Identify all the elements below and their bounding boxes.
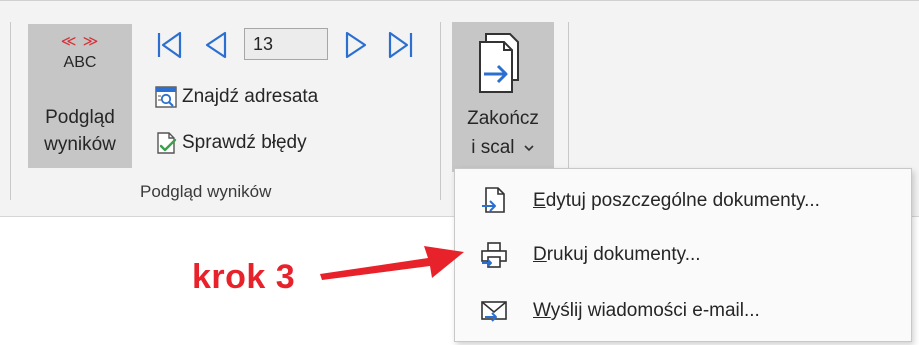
accelerator-key: D (533, 244, 547, 265)
annotation-arrow-icon (320, 246, 464, 280)
last-record-icon[interactable] (386, 30, 416, 60)
group-label-preview: Podgląd wyników (140, 182, 272, 201)
check-errors-label: Sprawdź błędy (182, 132, 307, 153)
menu-item-label-rest: yślij wiadomości e-mail... (550, 300, 760, 321)
group-separator (10, 22, 11, 200)
preview-results-icon: ≪ ≫ (60, 33, 100, 50)
record-number-input[interactable] (244, 28, 328, 60)
first-record-icon[interactable] (154, 30, 184, 60)
finish-merge-icon (479, 33, 519, 93)
preview-results-icon-text: ABC (63, 54, 97, 71)
menu-item-edit-documents[interactable]: Edytuj poszczególne dokumenty... (455, 175, 911, 227)
edit-documents-icon (482, 187, 505, 213)
chevron-down-icon (524, 145, 534, 152)
menu-item-label: Edytuj poszczególne dokumenty... (533, 190, 820, 212)
finish-merge-label: Zakończ i scal (452, 104, 554, 162)
menu-item-print-documents[interactable]: Drukuj dokumenty... (455, 229, 911, 281)
menu-item-label: Wyślij wiadomości e-mail... (533, 300, 760, 322)
group-separator (568, 22, 569, 172)
menu-item-send-email[interactable]: Wyślij wiadomości e-mail... (455, 285, 911, 337)
check-errors-icon (157, 132, 177, 154)
printer-icon (481, 242, 507, 268)
next-record-icon[interactable] (342, 30, 372, 60)
menu-item-label: Drukuj dokumenty... (533, 244, 701, 266)
finish-merge-button[interactable]: Zakończ i scal (452, 22, 554, 172)
find-recipient-label: Znajdź adresata (182, 86, 319, 107)
menu-item-label-rest: dytuj poszczególne dokumenty... (545, 190, 820, 211)
preview-results-button[interactable]: ≪ ≫ ABC Podgląd wyników (28, 24, 132, 168)
finish-merge-label-line2: i scal (452, 133, 554, 162)
accelerator-key: W (533, 300, 551, 321)
finish-merge-label-line2-text: i scal (471, 137, 515, 158)
preview-results-label: Podgląd wyników (44, 107, 116, 155)
accelerator-key: E (533, 190, 546, 211)
step-annotation-label: krok 3 (192, 258, 296, 296)
finish-merge-menu: Edytuj poszczególne dokumenty... Drukuj … (454, 168, 912, 342)
find-recipient-button[interactable]: Znajdź adresata (154, 80, 318, 114)
email-icon (481, 301, 507, 322)
group-separator (440, 22, 441, 200)
check-errors-button[interactable]: Sprawdź błędy (154, 126, 307, 160)
find-recipient-icon (155, 86, 177, 108)
ribbon-top-border (0, 0, 919, 1)
menu-item-label-rest: rukuj dokumenty... (546, 244, 701, 265)
previous-record-icon[interactable] (200, 30, 230, 60)
finish-merge-label-line1: Zakończ (467, 108, 539, 129)
